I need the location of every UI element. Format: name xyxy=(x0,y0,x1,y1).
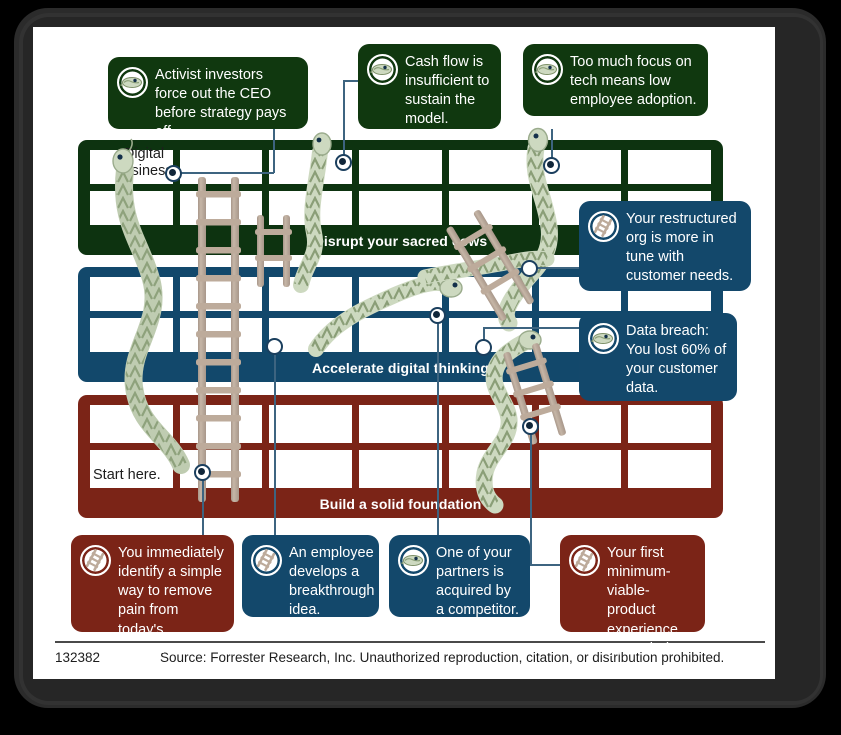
callout-text: Your first minimum-viable-product experi… xyxy=(607,545,678,657)
band-foundation-cells xyxy=(90,405,711,488)
board-cell xyxy=(628,450,711,488)
snake-icon xyxy=(532,54,563,85)
dot-activist[interactable] xyxy=(165,165,182,182)
board-cell xyxy=(448,450,532,488)
board-cell xyxy=(269,277,353,311)
callout-data-breach[interactable]: Data breach: You lost 60% of your custom… xyxy=(579,313,737,401)
callout-text: One of your partners is acquired by a co… xyxy=(436,545,520,619)
band-foundation: Build a solid foundation xyxy=(78,395,723,518)
callout-breakthrough-idea[interactable]: An employee develops a breakthrough idea… xyxy=(242,535,379,618)
board-cell xyxy=(448,191,532,225)
callout-text: Data breach: You lost 60% of your custom… xyxy=(626,323,727,397)
connector-cashflow-v xyxy=(343,80,345,160)
callout-activist-investors[interactable]: Activist investors force out the CEO bef… xyxy=(108,57,308,140)
board-cell xyxy=(538,450,622,488)
dot-breakthrough[interactable] xyxy=(266,338,283,355)
callout-remove-pain[interactable]: You immediately identify a simple way to… xyxy=(71,535,234,676)
board-cell xyxy=(448,405,532,443)
board-cell xyxy=(269,405,353,443)
board-cell xyxy=(359,277,442,311)
board-cell xyxy=(269,450,353,488)
dot-removepain[interactable] xyxy=(194,464,211,481)
dot-restructured[interactable] xyxy=(521,260,538,277)
ladder-icon xyxy=(80,545,111,576)
ladder-icon xyxy=(569,545,600,576)
callout-cash-flow[interactable]: Cash flow is insufficient to sustain the… xyxy=(358,44,501,129)
snake-icon xyxy=(588,323,619,354)
board-cell xyxy=(90,405,173,443)
board-cell xyxy=(628,405,711,443)
callout-tech-focus[interactable]: Too much focus on tech means low employe… xyxy=(523,44,708,116)
board-cell xyxy=(179,405,263,443)
board-cell xyxy=(269,191,353,225)
ladder-icon xyxy=(588,211,619,242)
board-cell xyxy=(359,318,442,352)
board-cell xyxy=(628,150,711,184)
board-cell xyxy=(90,318,173,352)
callout-mvp-viral[interactable]: Your first minimum-viable-product experi… xyxy=(560,535,705,657)
snake-icon xyxy=(117,67,148,98)
board-cell xyxy=(179,450,263,488)
callout-text: An employee develops a breakthrough idea… xyxy=(289,545,375,619)
ladder-icon xyxy=(251,545,282,576)
callout-text: Too much focus on tech means low employe… xyxy=(570,54,697,109)
board-cell xyxy=(359,191,442,225)
dot-mvp[interactable] xyxy=(522,418,539,435)
board-cell xyxy=(448,150,532,184)
snake-icon xyxy=(367,54,398,85)
board-cell xyxy=(179,150,263,184)
callout-restructured-org[interactable]: Your restructured org is more in tune wi… xyxy=(579,201,751,291)
dot-cashflow[interactable] xyxy=(335,154,352,171)
callout-text: Your restructured org is more in tune wi… xyxy=(626,211,737,285)
band-label-foundation: Build a solid foundation xyxy=(319,496,482,512)
dot-breach[interactable] xyxy=(475,339,492,356)
snake-icon xyxy=(398,545,429,576)
board-cell xyxy=(448,277,532,311)
callout-text: You immediately identify a simple way to… xyxy=(118,545,224,676)
board-cell xyxy=(359,150,442,184)
board-cell xyxy=(359,450,442,488)
callout-partner-acquired[interactable]: One of your partners is acquired by a co… xyxy=(389,535,530,618)
board-note-start: Start here. xyxy=(93,467,161,483)
callout-text: Activist investors force out the CEO bef… xyxy=(155,67,287,141)
board-cell xyxy=(179,318,263,352)
board-cell xyxy=(179,191,263,225)
board-cell xyxy=(90,191,173,225)
connector-mvp-h xyxy=(530,564,563,566)
infographic-stage: Disrupt your sacred cows Accelerate digi… xyxy=(0,0,841,735)
connector-mvp-v xyxy=(530,425,532,565)
connector-partner xyxy=(437,314,439,536)
connector-breach-h xyxy=(483,327,579,329)
board-cell xyxy=(538,405,622,443)
dot-techfocus[interactable] xyxy=(543,157,560,174)
callout-text: Cash flow is insufficient to sustain the… xyxy=(405,54,490,128)
slide-page: Disrupt your sacred cows Accelerate digi… xyxy=(33,27,775,679)
board-cell xyxy=(90,277,173,311)
dot-partner[interactable] xyxy=(429,307,446,324)
board-cell xyxy=(179,277,263,311)
connector-activist-h xyxy=(173,172,274,174)
connector-breakthrough xyxy=(274,345,276,537)
board-cell xyxy=(359,405,442,443)
